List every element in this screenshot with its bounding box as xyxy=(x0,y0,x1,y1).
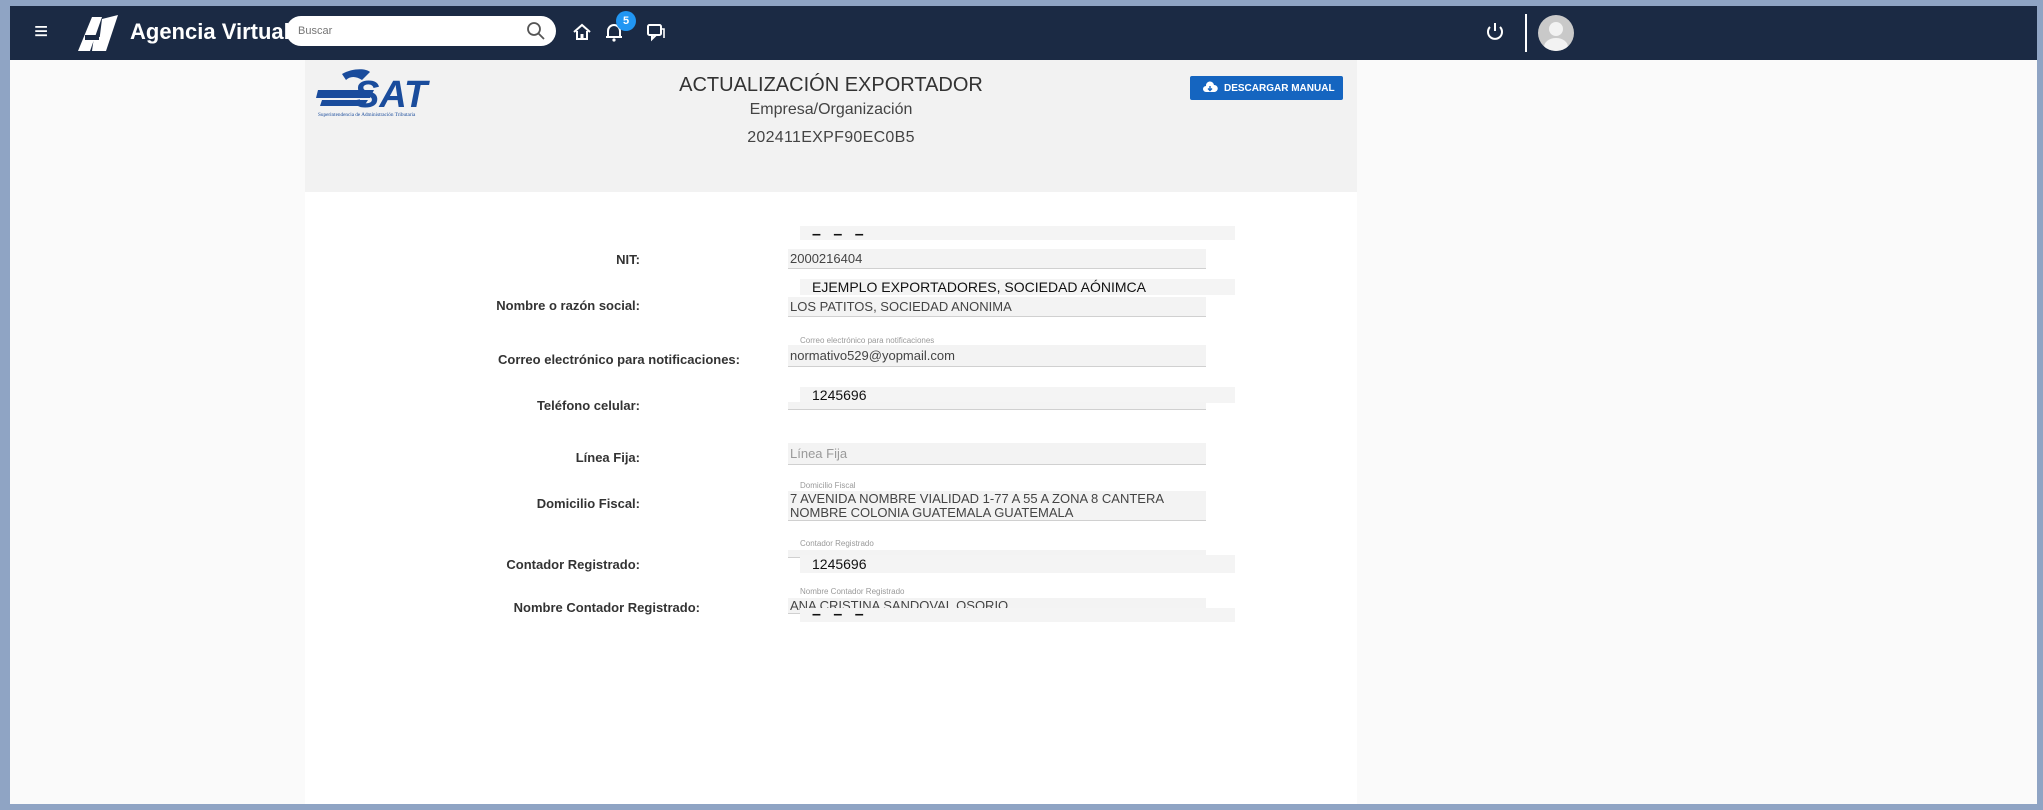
redaction-mark-bottom: – – – xyxy=(812,606,868,623)
nombre-field[interactable]: LOS PATITOS, SOCIEDAD ANONIMA xyxy=(788,297,1206,317)
request-code: 202411EXPF90EC0B5 xyxy=(747,129,915,146)
contador-overlay: 1245696 xyxy=(800,555,1235,573)
domicilio-label: Domicilio Fiscal: xyxy=(536,496,640,511)
nit-label: NIT: xyxy=(616,252,640,267)
page-subtitle: Empresa/Organización xyxy=(749,101,913,118)
domicilio-line-1: 7 AVENIDA NOMBRE VIALIDAD 1-77 A 55 A ZO… xyxy=(790,491,1165,506)
window-frame-bottom xyxy=(0,804,2043,810)
domicilio-field[interactable]: 7 AVENIDA NOMBRE VIALIDAD 1-77 A 55 A ZO… xyxy=(788,491,1206,521)
redaction-overlay-top: – – – xyxy=(800,226,1235,243)
download-manual-button[interactable]: DESCARGAR MANUAL xyxy=(1190,76,1343,100)
correo-label: Correo electrónico para notificaciones: xyxy=(497,352,740,367)
search-input[interactable] xyxy=(296,24,510,38)
nombre-contador-float-label: Nombre Contador Registrado xyxy=(800,587,905,596)
user-avatar-icon[interactable] xyxy=(1538,15,1574,51)
search-bar xyxy=(286,16,556,46)
contador-float-label: Contador Registrado xyxy=(800,539,874,548)
power-icon[interactable] xyxy=(1482,19,1508,45)
domicilio-float-label: Domicilio Fiscal xyxy=(800,481,856,490)
menu-icon[interactable]: ≡ xyxy=(28,19,54,45)
domicilio-line-2: NOMBRE COLONIA GUATEMALA GUATEMALA xyxy=(790,505,1074,520)
contador-label: Contador Registrado: xyxy=(506,557,640,572)
navbar-divider xyxy=(1525,14,1527,52)
redaction-overlay-bottom: – – – xyxy=(800,606,1235,623)
home-icon[interactable] xyxy=(570,20,594,44)
nombre-overlay: EJEMPLO EXPORTADORES, SOCIEDAD AÓNIMCA xyxy=(800,279,1235,295)
window-frame-left xyxy=(0,0,10,810)
search-icon[interactable] xyxy=(526,21,546,41)
download-manual-label: DESCARGAR MANUAL xyxy=(1224,82,1335,94)
telefono-label: Teléfono celular: xyxy=(536,398,640,413)
window-frame-right xyxy=(2037,0,2043,810)
chat-icon[interactable] xyxy=(644,20,668,44)
cloud-download-icon xyxy=(1203,81,1218,92)
linea-fija-field[interactable]: Línea Fija xyxy=(788,443,1206,465)
av-logo-icon[interactable] xyxy=(76,13,120,53)
nit-field[interactable]: 2000216404 xyxy=(788,249,1206,269)
nombre-contador-label: Nombre Contador Registrado: xyxy=(513,600,700,615)
notification-badge: 5 xyxy=(616,11,636,31)
nombre-label: Nombre o razón social: xyxy=(496,298,640,313)
telefono-overlay: 1245696 xyxy=(800,387,1235,403)
redaction-mark: – – – xyxy=(812,226,868,243)
telefono-field[interactable] xyxy=(788,402,1206,410)
correo-float-label: Correo electrónico para notificaciones xyxy=(800,336,935,345)
linea-fija-label: Línea Fija: xyxy=(575,450,640,465)
top-navbar: ≡ Agencia Virtual 5 xyxy=(10,6,2037,60)
correo-field[interactable]: normativo529@yopmail.com xyxy=(788,345,1206,367)
app-title[interactable]: Agencia Virtual xyxy=(130,18,290,46)
